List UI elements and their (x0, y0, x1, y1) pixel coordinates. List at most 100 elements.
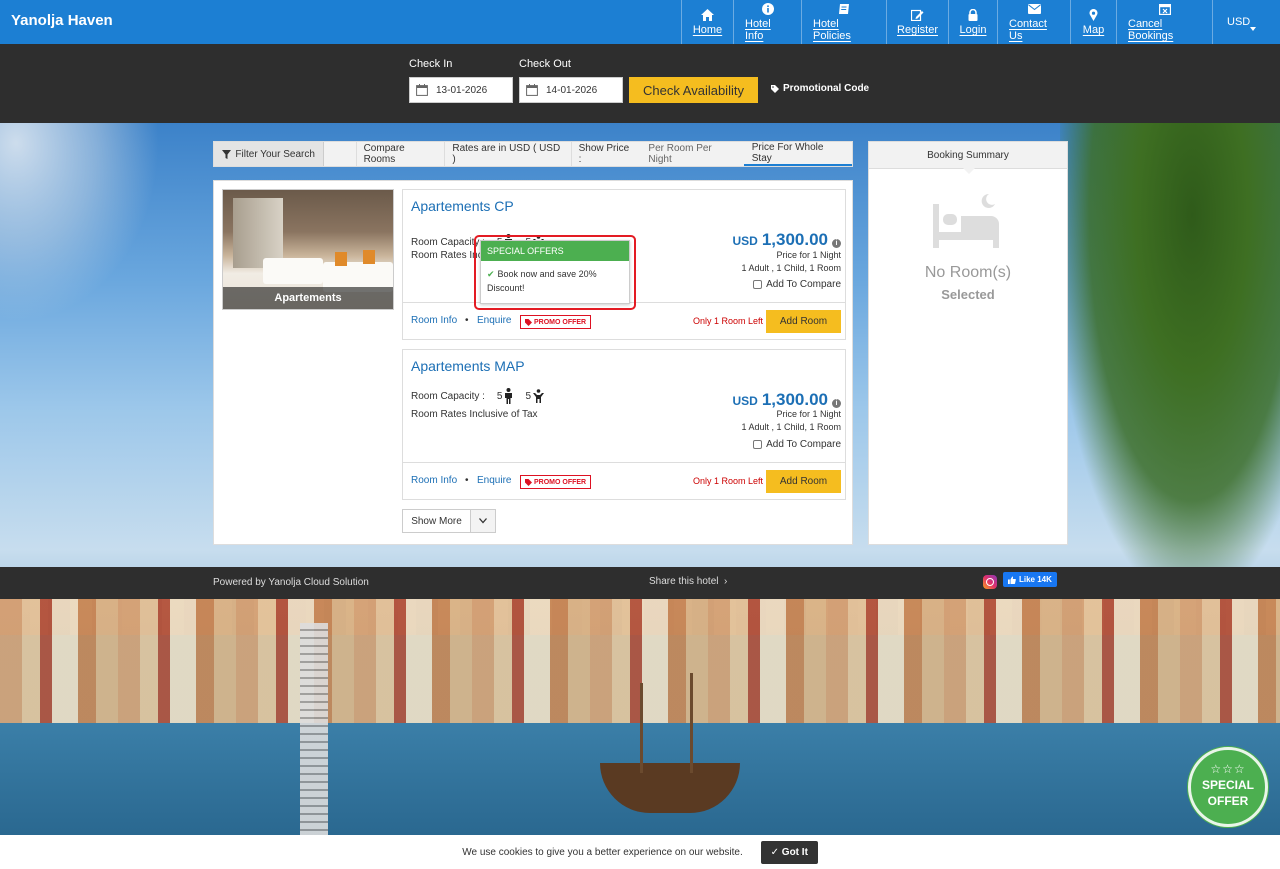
nav-map[interactable]: Map (1070, 0, 1116, 44)
promo-offer-badge[interactable]: PROMO OFFER (520, 475, 592, 489)
filter-spacer (324, 142, 357, 166)
filter-search-button[interactable]: Filter Your Search (214, 142, 325, 166)
price-amount: 1,300.00 (761, 230, 828, 249)
nav-hotel-info[interactable]: Hotel Info (733, 0, 801, 44)
add-to-compare-checkbox[interactable]: Add To Compare (753, 439, 841, 450)
nav-login-label: Login (959, 24, 987, 36)
nav-home[interactable]: Home (681, 0, 733, 44)
currency-value: USD (1227, 16, 1251, 28)
calendar-icon (526, 84, 538, 96)
share-hotel-label: Share this hotel (649, 576, 719, 587)
no-room-submessage: Selected (941, 287, 995, 302)
room-price: USD 1,300.00 i (732, 390, 841, 410)
enquire-link[interactable]: Enquire (477, 315, 511, 326)
price-amount: 1,300.00 (761, 390, 828, 409)
special-offer-line1: SPECIAL (1201, 778, 1254, 792)
price-currency: USD (732, 234, 758, 248)
special-offer-line2: OFFER (1207, 794, 1249, 808)
add-room-button[interactable]: Add Room (766, 470, 841, 493)
currency-selector[interactable]: USD (1212, 0, 1280, 44)
check-icon: ✔ (487, 269, 495, 279)
envelope-icon (1027, 2, 1041, 16)
price-info-icon[interactable]: i (832, 399, 841, 408)
add-to-compare-checkbox[interactable]: Add To Compare (753, 279, 841, 290)
nav-cancel-bookings-label: Cancel Bookings (1128, 18, 1174, 42)
nav-register[interactable]: Register (886, 0, 948, 44)
checkin-label: Check In (409, 58, 453, 70)
special-offers-tooltip: SPECIAL OFFERS ✔ Book now and save 20% Di… (480, 240, 630, 304)
nav-cancel-bookings[interactable]: Cancel Bookings (1116, 0, 1212, 44)
header-pointer (963, 168, 975, 174)
compare-rooms-button[interactable]: Compare Rooms (357, 142, 446, 166)
nav-hotel-policies[interactable]: Hotel Policies (801, 0, 886, 44)
no-room-message: No Room(s) (924, 264, 1012, 281)
nav-login[interactable]: Login (948, 0, 997, 44)
special-offer-badge[interactable]: ☆☆☆ SPECIAL OFFER (1188, 747, 1268, 827)
edit-icon (911, 8, 924, 22)
price-option-per-room-night[interactable]: Per Room Per Night (640, 142, 743, 166)
cookie-accept-label: Got It (781, 846, 808, 858)
room-info-link[interactable]: Room Info (411, 315, 457, 326)
facebook-like-button[interactable]: Like 14K (1003, 572, 1057, 587)
instagram-icon[interactable] (983, 575, 997, 589)
tag-icon (525, 318, 532, 326)
nav-hotel-info-label: Hotel Info (745, 18, 771, 42)
checkout-date-value: 14-01-2026 (546, 84, 598, 96)
room-category-caption: Apartements (223, 287, 393, 309)
check-availability-button[interactable]: Check Availability (629, 77, 758, 103)
price-occupancy-note: 1 Adult , 1 Child, 1 Room (741, 263, 841, 273)
filter-search-label: Filter Your Search (235, 148, 315, 160)
room-category-image[interactable]: Apartements (222, 189, 394, 310)
booking-summary-header: Booking Summary (869, 142, 1067, 174)
tax-note: Room Rates Inclusive of Tax (411, 409, 538, 420)
price-currency: USD (732, 394, 758, 408)
bed-icon (933, 193, 999, 248)
show-more-button[interactable]: Show More (403, 510, 471, 532)
nav-contact-us[interactable]: Contact Us (997, 0, 1070, 44)
adult-icon (505, 388, 513, 404)
nav-map-label: Map (1082, 24, 1105, 36)
show-more-control: Show More (402, 509, 496, 533)
show-more-toggle[interactable] (471, 510, 495, 532)
facebook-like-label: Like 14K (1019, 575, 1052, 584)
room-photo-pillow (363, 250, 375, 264)
enquire-link[interactable]: Enquire (477, 475, 511, 486)
promo-offer-badge[interactable]: PROMO OFFER (520, 315, 592, 329)
room-title[interactable]: Apartements MAP (411, 358, 525, 374)
chevron-down-icon (479, 518, 487, 524)
boat-mast (640, 683, 643, 773)
checkout-label: Check Out (519, 58, 571, 70)
stars-icon: ☆☆☆ (1210, 762, 1246, 776)
room-info-link[interactable]: Room Info (411, 475, 457, 486)
share-hotel-link[interactable]: Share this hotel › (649, 576, 727, 587)
special-offers-title: SPECIAL OFFERS (481, 241, 629, 261)
child-icon (533, 389, 545, 403)
rooms-left-note: Only 1 Room Left (692, 476, 763, 486)
price-occupancy-note: 1 Adult , 1 Child, 1 Room (741, 422, 841, 432)
nav-hotel-policies-label: Hotel Policies (813, 18, 851, 42)
home-icon (701, 8, 714, 22)
cookie-accept-button[interactable]: ✓ Got It (760, 840, 818, 864)
add-to-compare-label: Add To Compare (766, 279, 841, 290)
price-info-icon[interactable]: i (832, 239, 841, 248)
price-option-whole-stay[interactable]: Price For Whole Stay (743, 142, 852, 166)
filter-icon (222, 149, 232, 159)
promo-offer-label: PROMO OFFER (534, 478, 587, 486)
hotel-brand[interactable]: Yanolja Haven (11, 12, 113, 29)
nav-register-label: Register (897, 24, 938, 36)
map-marker-icon (1089, 8, 1098, 22)
separator-dot: • (465, 475, 469, 486)
powered-by-text: Powered by Yanolja Cloud Solution (213, 577, 369, 588)
rates-currency-note: Rates are in USD ( USD ) (445, 142, 572, 166)
pine-tree (1060, 123, 1280, 583)
room-title[interactable]: Apartements CP (411, 198, 514, 214)
checkbox-icon (753, 280, 763, 289)
cookie-consent-bar: We use cookies to give you a better expe… (0, 835, 1280, 869)
book-icon (838, 2, 850, 16)
promotional-code-link[interactable]: Promotional Code (771, 83, 869, 94)
add-room-button[interactable]: Add Room (766, 310, 841, 333)
sky-cloud (0, 123, 160, 323)
checkin-date-field[interactable]: 13-01-2026 (409, 77, 513, 103)
checkout-date-field[interactable]: 14-01-2026 (519, 77, 623, 103)
booking-summary-panel: Booking Summary No Room(s) Selected (868, 141, 1068, 545)
